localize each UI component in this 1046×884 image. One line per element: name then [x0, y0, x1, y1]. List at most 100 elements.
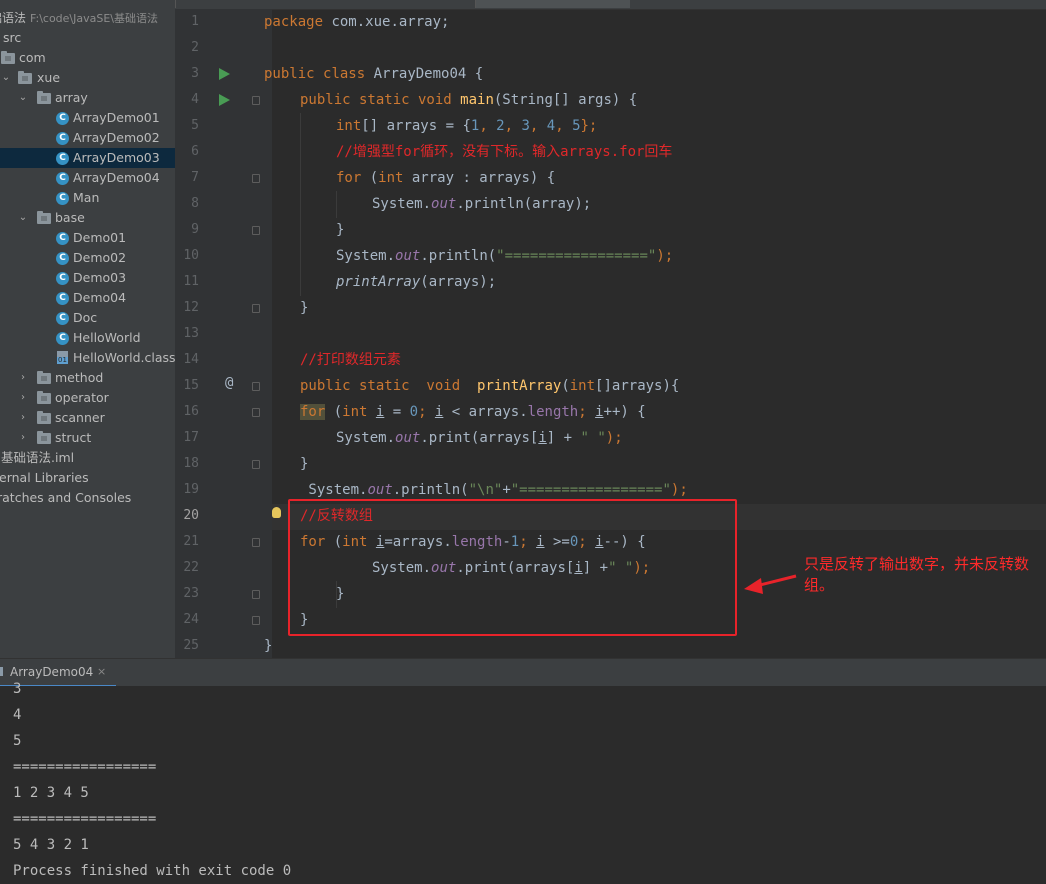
code-line-5: int[] arrays = {1, 2, 3, 4, 5};	[336, 113, 597, 139]
tree-item-helloworld-class[interactable]: HelloWorld.class	[0, 348, 175, 368]
code-token: printArray	[477, 378, 562, 394]
code-token: printArray	[336, 274, 421, 290]
line-number: 24	[183, 612, 199, 627]
code-line-25: }	[264, 633, 272, 659]
fold-icon[interactable]	[252, 460, 260, 469]
code-token: com.xue.array;	[323, 14, 450, 30]
tree-item-label: ernal Libraries	[0, 470, 89, 485]
tree-item-demo02[interactable]: C Demo02	[0, 248, 175, 268]
code-token: [] arrays = {	[361, 118, 471, 134]
fold-icon[interactable]	[252, 96, 260, 105]
tree-item-arraydemo04[interactable]: C ArrayDemo04	[0, 168, 175, 188]
line-number: 10	[183, 248, 199, 263]
tree-item-arraydemo02[interactable]: C ArrayDemo02	[0, 128, 175, 148]
tree-item-com[interactable]: com	[0, 48, 175, 68]
code-token: < arrays.	[443, 404, 528, 420]
code-line-17: System.out.print(arrays[i] + " ");	[336, 425, 623, 451]
code-token: out	[395, 430, 421, 446]
tree-item-label: Demo03	[73, 270, 127, 285]
tree-item-demo03[interactable]: C Demo03	[0, 268, 175, 288]
editor-tab-active[interactable]	[475, 0, 630, 8]
editor-tab[interactable]	[175, 0, 476, 8]
chevron-right-icon[interactable]: ›	[18, 428, 28, 448]
java-class-icon: C	[56, 252, 69, 265]
override-annotation-icon[interactable]: @	[225, 375, 233, 391]
code-line-4: public static void main(String[] args) {	[300, 87, 637, 113]
close-icon[interactable]: ×	[97, 659, 106, 685]
fold-icon[interactable]	[252, 226, 260, 235]
tree-item-scanner[interactable]: › scanner	[0, 408, 175, 428]
code-token: ;	[578, 404, 596, 420]
code-line-3: public class ArrayDemo04 {	[264, 61, 483, 87]
console-line: 1 2 3 4 5	[13, 785, 89, 801]
code-line-6: //增强型for循环，没有下标。输入arrays.for回车	[336, 139, 672, 165]
code-token: main	[460, 92, 494, 108]
tree-item-demo04[interactable]: C Demo04	[0, 288, 175, 308]
code-token: int	[336, 118, 362, 134]
code-token: ,	[529, 118, 547, 134]
code-line-10: System.out.println("=================");	[336, 243, 673, 269]
code-token: }	[336, 222, 345, 238]
fold-icon[interactable]	[252, 538, 260, 547]
tree-item-array[interactable]: ⌄ array	[0, 88, 175, 108]
run-tab-label: ArrayDemo04	[10, 665, 94, 679]
tree-item-label: 基础语法.iml	[1, 450, 75, 465]
tree-item-arraydemo01[interactable]: C ArrayDemo01	[0, 108, 175, 128]
chevron-right-icon[interactable]: ›	[18, 368, 28, 388]
tree-item-demo01[interactable]: C Demo01	[0, 228, 175, 248]
tree-item-iml[interactable]: 基础语法.iml	[0, 448, 175, 468]
code-token: .println(array);	[456, 196, 592, 212]
chevron-right-icon[interactable]: ›	[18, 408, 28, 428]
fold-icon[interactable]	[252, 304, 260, 313]
tree-item-helloworld[interactable]: C HelloWorld	[0, 328, 175, 348]
tree-item-doc[interactable]: C Doc	[0, 308, 175, 328]
code-string: "================="	[496, 248, 657, 264]
tree-item-external-libraries[interactable]: ernal Libraries	[0, 468, 175, 488]
run-tool-window-tabs: ArrayDemo04 ×	[0, 658, 1046, 687]
tree-item-xue[interactable]: ⌄ xue	[0, 68, 175, 88]
code-token: public static void	[300, 378, 461, 394]
tree-item-scratches[interactable]: ratches and Consoles	[0, 488, 175, 508]
code-token: out	[395, 248, 421, 264]
annotation-highlight-box	[288, 499, 737, 636]
chevron-down-icon[interactable]: ⌄	[18, 88, 28, 108]
code-token: out	[367, 482, 393, 498]
chevron-right-icon[interactable]: ›	[18, 388, 28, 408]
run-icon[interactable]	[219, 94, 230, 106]
code-line-15: public static void printArray(int[]array…	[300, 373, 679, 399]
code-token: []arrays){	[595, 378, 680, 394]
project-root-row[interactable]: 础语法F:\code\JavaSE\基础语法	[0, 8, 175, 28]
fold-icon[interactable]	[252, 174, 260, 183]
tree-item-operator[interactable]: › operator	[0, 388, 175, 408]
code-token: ,	[479, 118, 497, 134]
code-token: .println(	[420, 248, 497, 264]
code-line-7: for (int array : arrays) {	[336, 165, 555, 191]
chevron-down-icon[interactable]: ⌄	[18, 208, 28, 228]
code-token: System.	[336, 430, 396, 446]
tree-item-man[interactable]: C Man	[0, 188, 175, 208]
tree-item-label: ArrayDemo01	[73, 110, 160, 125]
tree-item-method[interactable]: › method	[0, 368, 175, 388]
line-number: 17	[183, 430, 199, 445]
fold-icon[interactable]	[252, 382, 260, 391]
fold-icon[interactable]	[252, 616, 260, 625]
line-number: 14	[183, 352, 199, 367]
line-number: 8	[191, 196, 199, 211]
fold-icon[interactable]	[252, 408, 260, 417]
line-number: 2	[191, 40, 199, 55]
tree-item-base[interactable]: ⌄ base	[0, 208, 175, 228]
console-line: =================	[13, 811, 157, 827]
code-line-16: for (int i = 0; i < arrays.length; i++) …	[300, 399, 646, 425]
tree-item-struct[interactable]: › struct	[0, 428, 175, 448]
folder-icon	[37, 211, 51, 224]
tree-item-src[interactable]: src	[0, 28, 175, 48]
fold-icon[interactable]	[252, 590, 260, 599]
console-line: 3	[13, 681, 22, 697]
tree-item-label: scanner	[55, 410, 105, 425]
project-root-name: 础语法	[0, 11, 27, 25]
tree-item-arraydemo03[interactable]: C ArrayDemo03	[0, 148, 175, 168]
run-console-output[interactable]: 3 4 5 ================= 1 2 3 4 5 ======…	[0, 681, 1046, 879]
chevron-down-icon[interactable]: ⌄	[1, 68, 11, 88]
code-token: int	[342, 404, 368, 420]
run-icon[interactable]	[219, 68, 230, 80]
